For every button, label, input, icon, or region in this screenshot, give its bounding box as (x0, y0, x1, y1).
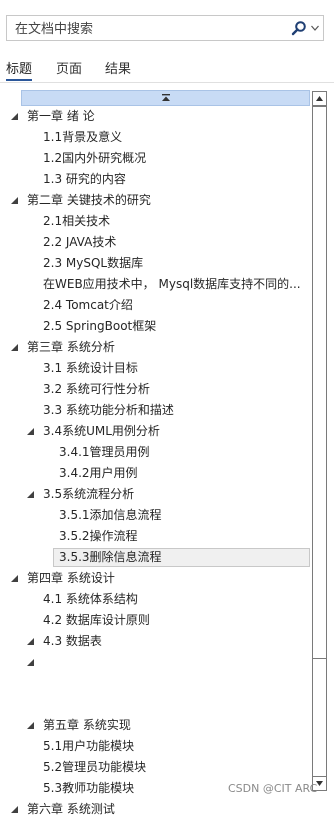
expanded-triangle-icon[interactable] (11, 344, 18, 351)
tree-item[interactable]: 3.4系统UML用例分析 (0, 421, 310, 442)
expanded-triangle-icon[interactable] (11, 197, 18, 204)
tree-item-label: 3.5系统流程分析 (43, 487, 135, 501)
tree-item-label: 2.4 Tomcat介绍 (43, 298, 133, 312)
tree-item-label: 3.5.3删除信息流程 (59, 550, 162, 564)
tree-item-label: 第三章 系统分析 (27, 340, 115, 354)
tree-item-label: 第二章 关键技术的研究 (27, 193, 151, 207)
tree-item[interactable]: 2.2 JAVA技术 (0, 232, 310, 253)
tree-item-label: 3.4系统UML用例分析 (43, 424, 160, 438)
tree-item-label: 1.2国内外研究概况 (43, 151, 147, 165)
tree-item-chapter[interactable]: 第三章 系统分析 (0, 337, 310, 358)
tree-item-label: 第六章 系统测试 (27, 802, 115, 816)
tree-item-label: 2.2 JAVA技术 (43, 235, 117, 249)
tree-item-label: 2.3 MySQL数据库 (43, 256, 144, 270)
tree-item-label: 1.1背景及意义 (43, 130, 123, 144)
expanded-triangle-icon[interactable] (27, 659, 34, 666)
scroll-up-button[interactable] (312, 91, 327, 106)
collapse-bar[interactable] (21, 90, 310, 106)
tree-item-label: 第一章 绪 论 (27, 109, 95, 123)
tree-item[interactable]: 3.5.1添加信息流程 (0, 505, 310, 526)
search-box[interactable] (6, 15, 324, 41)
expanded-triangle-icon[interactable] (27, 722, 34, 729)
tab-headings[interactable]: 标题 (6, 58, 33, 81)
scrollbar-thumb[interactable] (312, 106, 327, 659)
tree-item (0, 673, 310, 694)
tree-item[interactable]: 1.3 研究的内容 (0, 169, 310, 190)
tree-item[interactable]: 2.1相关技术 (0, 211, 310, 232)
tree-item[interactable]: 第五章 系统实现 (0, 715, 310, 736)
expanded-triangle-icon[interactable] (11, 806, 18, 813)
tree-item[interactable]: 3.2 系统可行性分析 (0, 379, 310, 400)
tree-item-chapter[interactable]: 第一章 绪 论 (0, 106, 310, 127)
tab-results[interactable]: 结果 (105, 58, 131, 77)
tree-item-label: 5.1用户功能模块 (43, 739, 135, 753)
expanded-triangle-icon[interactable] (27, 638, 34, 645)
search-input[interactable] (13, 19, 287, 39)
tree-item-label: 2.1相关技术 (43, 214, 111, 228)
tree-item-label: 4.1 系统体系结构 (43, 592, 138, 606)
tree-item[interactable]: 1.1背景及意义 (0, 127, 310, 148)
tree-item-label: 第四章 系统设计 (27, 571, 115, 585)
tree-item-label: 3.1 系统设计目标 (43, 361, 138, 375)
tree-item-chapter[interactable]: 第四章 系统设计 (0, 568, 310, 589)
tree-item-label: 3.2 系统可行性分析 (43, 382, 150, 396)
tree-item-label: 在WEB应用技术中， Mysql数据库支持不同的... (43, 277, 301, 291)
tree-item[interactable]: 3.3 系统功能分析和描述 (0, 400, 310, 421)
tree-item[interactable]: 5.2管理员功能模块 (0, 757, 310, 778)
tree-item-label: 3.4.1管理员用例 (59, 445, 150, 459)
watermark: CSDN @CIT ARC (228, 782, 318, 795)
tree-item-label: 4.2 数据库设计原则 (43, 613, 150, 627)
chevron-down-icon[interactable] (311, 25, 319, 31)
expanded-triangle-icon[interactable] (11, 113, 18, 120)
tree-item-label: 5.3教师功能模块 (43, 781, 135, 795)
tree-item[interactable]: 2.3 MySQL数据库 (0, 253, 310, 274)
tree-item[interactable]: 3.5系统流程分析 (0, 484, 310, 505)
tree-item[interactable]: 3.5.3删除信息流程 (0, 547, 310, 568)
tab-pages[interactable]: 页面 (56, 58, 82, 77)
tree-item[interactable]: 4.1 系统体系结构 (0, 589, 310, 610)
divider (0, 82, 334, 83)
tree-item-label: 3.3 系统功能分析和描述 (43, 403, 174, 417)
tree-item[interactable]: 2.5 SpringBoot框架 (0, 316, 310, 337)
collapse-up-icon (162, 94, 170, 101)
tree-item-chapter[interactable]: 第二章 关键技术的研究 (0, 190, 310, 211)
tree-item (0, 694, 310, 715)
tree-item-label: 3.5.2操作流程 (59, 529, 138, 543)
tree-item-label: 2.5 SpringBoot框架 (43, 319, 157, 333)
expanded-triangle-icon[interactable] (11, 575, 18, 582)
tree-item[interactable]: 4.3 数据表 (0, 631, 310, 652)
tree-item-label: 4.3 数据表 (43, 634, 102, 648)
tree-item[interactable]: 在WEB应用技术中， Mysql数据库支持不同的... (0, 274, 310, 295)
tree-item[interactable]: 2.4 Tomcat介绍 (0, 295, 310, 316)
expanded-triangle-icon[interactable] (27, 428, 34, 435)
tree-item-label: 3.5.1添加信息流程 (59, 508, 162, 522)
expanded-triangle-icon[interactable] (27, 491, 34, 498)
tree-item[interactable]: 1.2国内外研究概况 (0, 148, 310, 169)
tree-item-label: 1.3 研究的内容 (43, 172, 126, 186)
tree-item[interactable] (0, 652, 310, 673)
tree-item[interactable]: 3.1 系统设计目标 (0, 358, 310, 379)
search-icon[interactable] (291, 20, 307, 36)
tree-item[interactable]: 3.4.2用户用例 (0, 463, 310, 484)
tree-item-label: 5.2管理员功能模块 (43, 760, 147, 774)
tree-item[interactable]: 3.4.1管理员用例 (0, 442, 310, 463)
tree-item-chapter[interactable]: 第六章 系统测试 (0, 799, 310, 820)
tree-item-label: 第五章 系统实现 (43, 718, 131, 732)
tree-item-label: 3.4.2用户用例 (59, 466, 138, 480)
tree-item[interactable]: 3.5.2操作流程 (0, 526, 310, 547)
tree-item[interactable]: 4.2 数据库设计原则 (0, 610, 310, 631)
tree-item[interactable]: 5.1用户功能模块 (0, 736, 310, 757)
triangle-up-icon (316, 96, 323, 101)
